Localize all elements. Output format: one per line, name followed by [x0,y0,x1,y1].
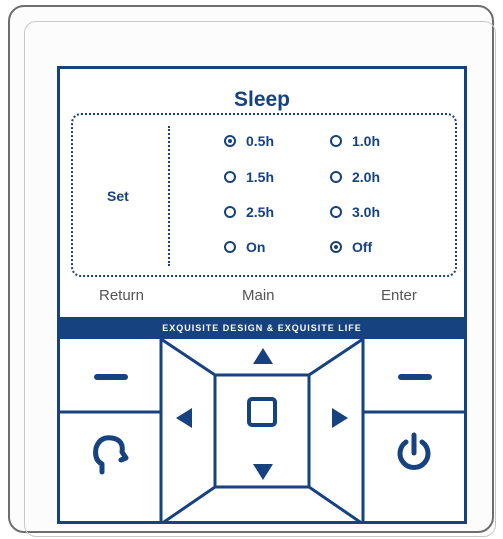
radio-icon [224,206,236,218]
brand-banner: EXQUISITE DESIGN & EXQUISITE LIFE [57,317,467,339]
radio-icon [224,171,236,183]
up-arrow-button[interactable] [163,340,363,374]
option-off[interactable]: Off [330,239,372,255]
option-label: 2.0h [352,169,381,185]
right-arrow-button[interactable] [310,376,362,486]
option-1-0h[interactable]: 1.0h [330,133,380,149]
return-label: Return [99,287,145,304]
return-button[interactable] [60,414,160,522]
option-label: 3.0h [352,204,381,220]
center-ok-button[interactable] [216,376,308,486]
minus-icon [94,374,128,380]
radio-icon [330,206,342,218]
settings-divider [168,126,170,266]
power-icon [397,432,431,470]
arrow-up-icon [253,348,273,364]
option-3-0h[interactable]: 3.0h [330,204,380,220]
option-label: 1.0h [352,133,381,149]
right-minus-button[interactable] [366,342,466,412]
option-1-5h[interactable]: 1.5h [224,169,274,185]
left-minus-button[interactable] [60,342,160,412]
radio-selected-icon [330,241,342,253]
option-2-5h[interactable]: 2.5h [224,204,274,220]
screen-title: Sleep [233,88,291,111]
radio-icon [330,135,342,147]
option-label: 2.5h [246,204,275,220]
option-2-0h[interactable]: 2.0h [330,169,380,185]
head-back-icon [93,435,129,475]
radio-icon [330,171,342,183]
arrow-left-icon [176,408,192,428]
main-label: Main [242,287,275,304]
left-arrow-button[interactable] [162,376,214,486]
enter-label: Enter [381,287,417,304]
option-label: Off [352,239,373,255]
option-0-5h[interactable]: 0.5h [224,133,274,149]
minus-icon [398,374,432,380]
option-label: 0.5h [246,133,275,149]
square-icon [247,397,277,427]
option-label: On [246,239,266,255]
option-on[interactable]: On [224,239,265,255]
down-arrow-button[interactable] [163,464,363,522]
radio-icon [224,241,236,253]
option-label: 1.5h [246,169,275,185]
power-button[interactable] [366,414,466,522]
radio-selected-icon [224,135,236,147]
set-label: Set [107,188,129,204]
arrow-right-icon [332,408,348,428]
